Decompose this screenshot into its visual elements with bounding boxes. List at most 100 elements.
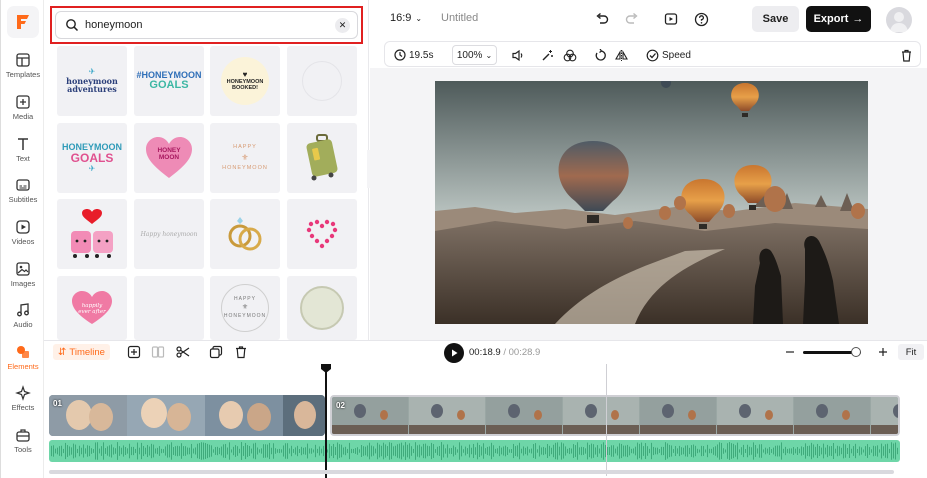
help-icon [694,12,708,26]
videos-icon [16,220,30,234]
sidebar-item-label: Images [10,279,36,288]
video-clip-01[interactable]: 01 [49,395,325,436]
preview-button[interactable] [663,11,679,27]
sidebar-item-label: Subtitles [8,195,38,204]
text-icon [18,138,28,150]
element-text: MOON [158,154,180,162]
speed-label: Speed [662,49,691,61]
aspect-ratio-label: 16:9 [390,12,412,24]
delete-button[interactable] [234,345,248,359]
scissors-icon [176,346,190,358]
rotate-icon [595,48,606,61]
sidebar-item-label: Videos [11,237,35,246]
element-tile-honeymoon-booked[interactable]: ♥ HONEYMOON BOOKED! [210,46,280,116]
audio-track[interactable] [49,440,900,462]
element-tile-heart-script[interactable]: happily ever after [57,276,127,340]
chevron-down-icon: ⌄ [415,13,423,23]
split-disabled-button[interactable] [151,345,165,359]
zoom-out-button[interactable] [784,345,798,359]
timeline-icon: ⇵ [58,346,67,358]
sidebar-item-templates[interactable]: Templates [1,52,45,90]
add-track-button[interactable] [127,345,141,359]
timeline-label: Timeline [69,346,105,358]
sidebar-item-videos[interactable]: Videos [1,219,45,257]
clear-search-button[interactable]: ✕ [335,18,350,33]
sidebar-item-subtitles[interactable]: Subtitles [1,177,45,215]
element-tile-happy-honeymoon-script[interactable]: Happy honeymoon [134,199,204,269]
search-bar[interactable]: ✕ [55,11,358,39]
sidebar-item-effects[interactable]: Effects [1,385,45,423]
timeline-zoom-thumb[interactable] [850,347,861,357]
help-button[interactable] [693,11,709,27]
current-time: 00:18.9 [469,347,501,358]
time-separator: / [500,347,509,358]
element-tile-honeymoon-goals[interactable]: HONEYMOON GOALS ✈ [57,123,127,193]
speaker-icon [512,49,523,61]
element-tile-heart-honeymoon[interactable]: HONEY MOON [134,123,204,193]
add-box-icon [127,345,141,359]
playhead[interactable] [325,364,327,478]
element-tile-happy-honeymoon-circle[interactable]: HAPPY ⚜ HONEYMOON [210,276,280,340]
sidebar-item-label: Elements [7,362,39,371]
sidebar-item-audio[interactable]: Audio [1,302,45,340]
avatar[interactable] [886,7,912,33]
element-tile-suitcase[interactable] [287,123,357,193]
sidebar-item-media[interactable]: Media [1,94,45,132]
split-icon [151,346,165,358]
play-button[interactable] [444,343,464,363]
aspect-ratio-dropdown[interactable]: 16:9 ⌄ [390,12,422,24]
elements-icon [17,346,29,358]
element-tile-heart-of-hearts[interactable] [287,199,357,269]
snap-guide-line [606,364,607,476]
redo-icon [625,12,638,24]
video-preview[interactable] [435,81,868,324]
fit-button[interactable]: Fit [898,344,924,360]
delete-clip-button[interactable] [900,46,913,64]
element-tile-pink-suitcases[interactable] [57,199,127,269]
element-tile-honeymoon-adventures[interactable]: ✈ honeymoon adventures [57,46,127,116]
sidebar-item-text[interactable]: Text [1,136,45,174]
element-tile-wedding-rings[interactable] [210,199,280,269]
video-clip-02[interactable]: 02 [330,395,900,436]
element-tile-honeymoon-goals-hashtag[interactable]: #HONEYMOON GOALS [134,46,204,116]
element-tile-blank[interactable] [134,276,204,340]
save-button[interactable]: Save [752,6,799,32]
sidebar-item-images[interactable]: Images [1,261,45,299]
rotate-button[interactable] [594,46,607,64]
element-text: HAPPY [234,296,256,303]
magic-wand-button[interactable] [541,46,554,64]
tools-icon [16,429,30,442]
timeline-scrollbar[interactable] [49,470,894,474]
search-input[interactable] [85,19,325,31]
element-tile-happy-honeymoon-ring[interactable]: HAPPY ⚜ HONEYMOON [210,123,280,193]
duration-control[interactable]: 19.5s [394,46,433,64]
document-title[interactable]: Untitled [441,12,478,24]
sidebar-item-tools[interactable]: Tools [1,427,45,465]
export-button[interactable]: Export → [806,6,871,32]
volume-button[interactable] [511,46,524,64]
sidebar-item-elements[interactable]: Elements [1,344,45,382]
element-text: ever after [78,309,106,316]
flip-icon [615,49,628,61]
sidebar-item-label: Templates [5,70,41,79]
zoom-dropdown[interactable]: 100% ⌄ [452,45,497,65]
audio-icon [17,303,29,317]
sidebar-item-label: Text [16,154,30,163]
cut-button[interactable] [176,345,190,359]
element-tile-faded-badge[interactable] [287,46,357,116]
editor-app: Templates Media Text Subtitles Videos Im… [0,0,927,478]
sidebar-item-label: Tools [14,445,32,454]
speed-button[interactable]: Speed [646,46,691,64]
redo-button[interactable] [624,11,640,27]
duplicate-button[interactable] [209,345,223,359]
timeline-toggle[interactable]: ⇵ Timeline [53,344,110,360]
undo-button[interactable] [594,11,610,27]
color-adjust-button[interactable] [563,46,577,64]
sidebar-item-label: Audio [13,320,33,329]
plus-icon [879,348,887,356]
element-tile-olive-badge[interactable] [287,276,357,340]
flip-button[interactable] [615,46,628,64]
element-text: Happy honeymoon [140,230,198,238]
zoom-in-button[interactable] [877,345,891,359]
app-logo[interactable] [7,6,39,38]
